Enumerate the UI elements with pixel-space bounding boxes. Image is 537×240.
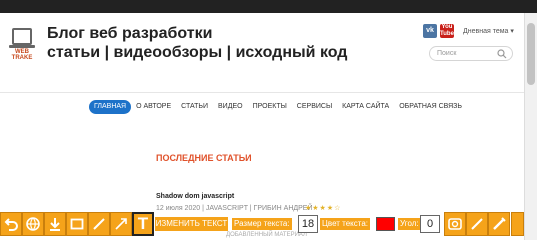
post-title[interactable]: Shadow dom javascript [156,193,234,200]
arrow-icon [115,218,127,230]
site-logo[interactable]: WEB TRAKE [9,28,35,62]
post-meta: 12 июля 2020 | JAVASCRIPT | ГРИБИН АНДРЕ… [156,205,313,212]
marker-icon [493,217,506,230]
nav-item-articles[interactable]: СТАТЬИ [176,100,213,114]
vk-icon[interactable]: vk [423,24,437,38]
nav-item-feedback[interactable]: ОБРАТНАЯ СВЯЗЬ [394,100,467,114]
theme-selector[interactable]: Дневная тема ▾ [463,27,514,35]
globe-button[interactable] [22,212,44,236]
text-color-swatch[interactable] [376,217,395,231]
header-divider [0,92,524,93]
youtube-icon[interactable]: You Tube [440,24,454,38]
search-icon[interactable] [497,49,507,59]
logo-text: WEB TRAKE [11,49,33,61]
nav-item-sitemap[interactable]: КАРТА САЙТА [337,100,394,114]
nav-item-video[interactable]: ВИДЕО [213,100,248,114]
edit-text-button[interactable]: ИЗМЕНИТЬ ТЕКСТ [155,217,228,231]
site-subtitle: статьи | видеообзоры | исходный код [47,44,348,61]
line-icon [93,218,105,230]
text-icon: T [137,214,149,233]
angle-input[interactable]: 0 [420,215,440,233]
nav-item-services[interactable]: СЕРВИСЫ [292,100,337,114]
marker-tool-button[interactable] [488,212,510,236]
image-icon [448,218,462,230]
site-title: Блог веб разработки [47,25,213,42]
undo-button[interactable] [0,212,22,236]
download-button[interactable] [44,212,66,236]
logo-base [9,45,35,48]
nav-item-home[interactable]: ГЛАВНАЯ [89,100,132,114]
image-tool-button[interactable] [444,212,466,236]
nav-item-projects[interactable]: ПРОЕКТЫ [248,100,292,114]
main-nav: ГЛАВНАЯ О АВТОРЕ СТАТЬИ ВИДЕО ПРОЕКТЫ СЕ… [89,100,467,114]
toolbar-end-block [511,212,524,236]
globe-icon [26,217,40,231]
text-size-label: Размер текста: [232,218,292,230]
rating-stars: ★★★★☆ [305,205,342,212]
text-color-label: Цвет текста: [320,218,371,230]
nav-item-about[interactable]: О АВТОРЕ [131,100,176,114]
vertical-scrollbar[interactable] [524,13,537,240]
top-bar [0,0,537,13]
scrollbar-thumb[interactable] [527,23,535,85]
monitor-icon [12,28,32,45]
section-title: ПОСЛЕДНИЕ СТАТЬИ [156,153,252,163]
pen-tool-button[interactable] [466,212,488,236]
arrow-tool-button[interactable] [110,212,132,236]
angle-label: Угол: [398,218,421,230]
text-size-input[interactable]: 18 [298,215,318,233]
pen-icon [471,218,483,230]
rectangle-icon [70,218,84,230]
rectangle-tool-button[interactable] [66,212,88,236]
download-icon [50,218,60,231]
line-tool-button[interactable] [88,212,110,236]
undo-icon [4,218,18,231]
text-tool-button[interactable]: T [132,212,154,236]
